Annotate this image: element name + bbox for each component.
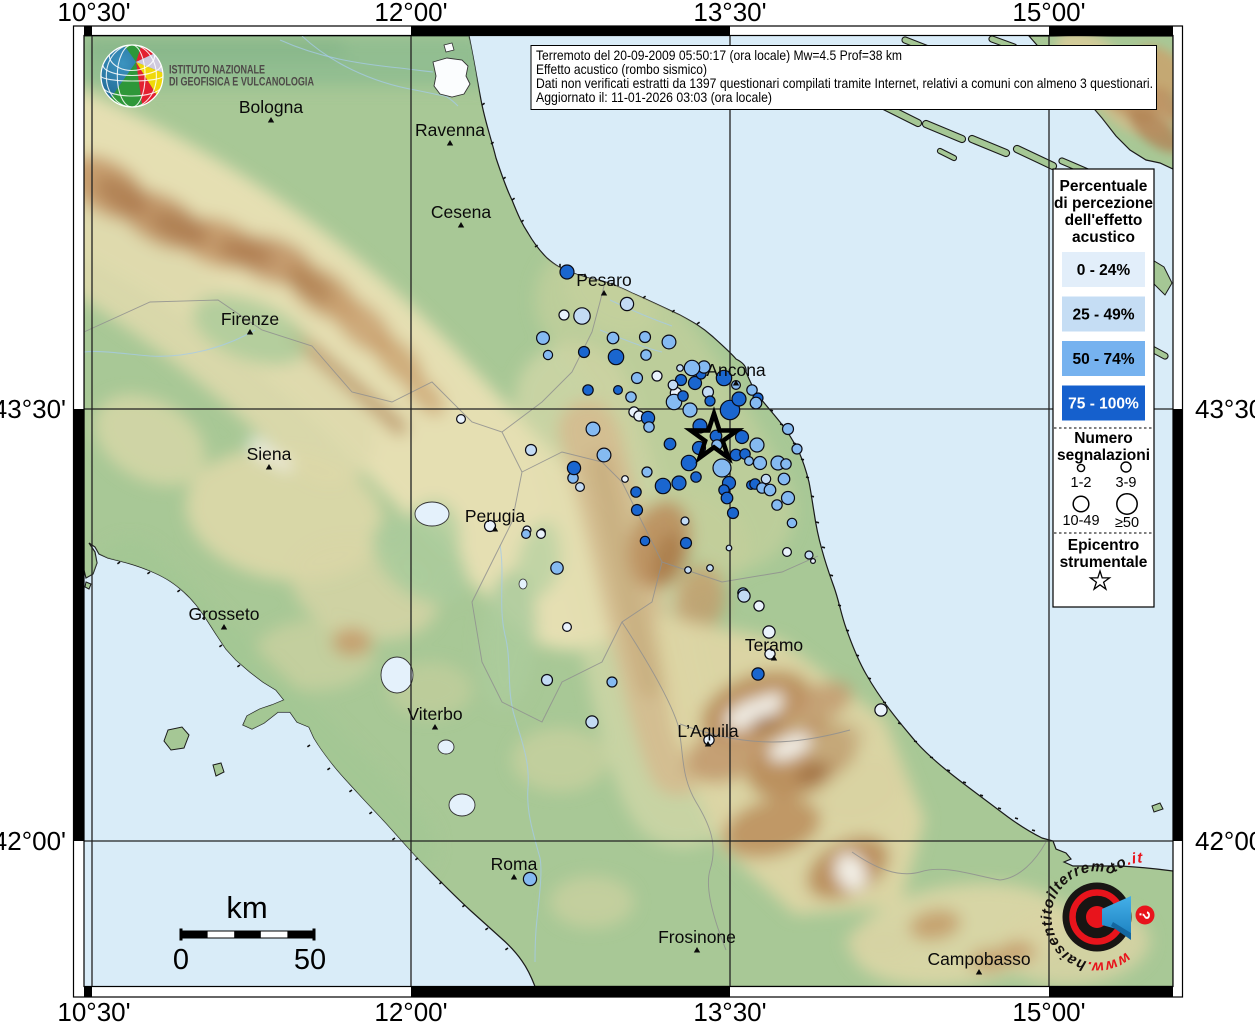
svg-text:0 - 24%: 0 - 24% [1077,262,1131,279]
svg-text:Campobasso: Campobasso [927,949,1030,969]
svg-text:acustico: acustico [1072,229,1135,246]
svg-text:Percentuale: Percentuale [1060,178,1148,195]
svg-text:10°30': 10°30' [57,0,130,27]
svg-text:L’Aquila: L’Aquila [677,721,739,741]
svg-text:15°00': 15°00' [1012,0,1085,27]
svg-text:Aggiornato il: 11-01-2026 03:0: Aggiornato il: 11-01-2026 03:03 (ora loc… [536,90,772,105]
svg-text:strumentale: strumentale [1060,554,1148,571]
svg-text:13°30': 13°30' [693,0,766,27]
svg-text:Frosinone: Frosinone [658,927,736,947]
svg-text:12°00': 12°00' [374,997,447,1024]
svg-text:DI GEOFISICA E VULCANOLOGIA: DI GEOFISICA E VULCANOLOGIA [169,75,314,89]
svg-text:1-2: 1-2 [1071,475,1092,491]
svg-text:43°30': 43°30' [1195,394,1255,424]
svg-text:≥50: ≥50 [1115,515,1139,531]
svg-text:10°30': 10°30' [57,997,130,1024]
svg-text:0: 0 [173,944,189,976]
svg-text:Bologna: Bologna [239,97,303,117]
svg-text:10-49: 10-49 [1062,513,1099,529]
svg-text:3-9: 3-9 [1116,475,1137,491]
svg-text:Effetto acustico (rombo sismic: Effetto acustico (rombo sismico) [536,62,707,77]
svg-text:12°00': 12°00' [374,0,447,27]
svg-text:segnalazioni: segnalazioni [1057,447,1150,464]
svg-text:25 - 49%: 25 - 49% [1072,307,1134,324]
svg-text:Cesena: Cesena [431,202,492,222]
svg-text:Firenze: Firenze [221,309,279,329]
svg-text:dell'effetto: dell'effetto [1065,212,1143,229]
svg-text:Siena: Siena [247,444,292,464]
svg-text:km: km [226,890,267,925]
svg-text:Teramo: Teramo [745,635,803,655]
svg-text:43°30': 43°30' [0,394,66,424]
svg-text:Ancona: Ancona [706,360,766,380]
svg-text:Viterbo: Viterbo [407,704,462,724]
svg-text:50 - 74%: 50 - 74% [1072,351,1134,368]
svg-text:42°00': 42°00' [0,826,66,856]
svg-text:50: 50 [294,944,326,976]
svg-text:Grosseto: Grosseto [189,604,260,624]
svg-text:Numero: Numero [1074,430,1133,447]
svg-text:Terremoto del 20-09-2009 05:50: Terremoto del 20-09-2009 05:50:17 (ora l… [536,48,902,63]
svg-text:Perugia: Perugia [465,506,526,526]
svg-text:15°00': 15°00' [1012,997,1085,1024]
svg-text:42°00': 42°00' [1195,826,1255,856]
svg-text:75 - 100%: 75 - 100% [1068,396,1139,413]
svg-text:13°30': 13°30' [693,997,766,1024]
svg-text:Ravenna: Ravenna [415,120,485,140]
svg-text:Dati non verificati estratti d: Dati non verificati estratti da 1397 que… [536,76,1153,91]
svg-text:di percezione: di percezione [1054,195,1153,212]
svg-text:Epicentro: Epicentro [1068,537,1139,554]
svg-text:?: ? [1135,910,1153,921]
svg-text:Roma: Roma [491,854,538,874]
svg-text:Pesaro: Pesaro [576,270,631,290]
